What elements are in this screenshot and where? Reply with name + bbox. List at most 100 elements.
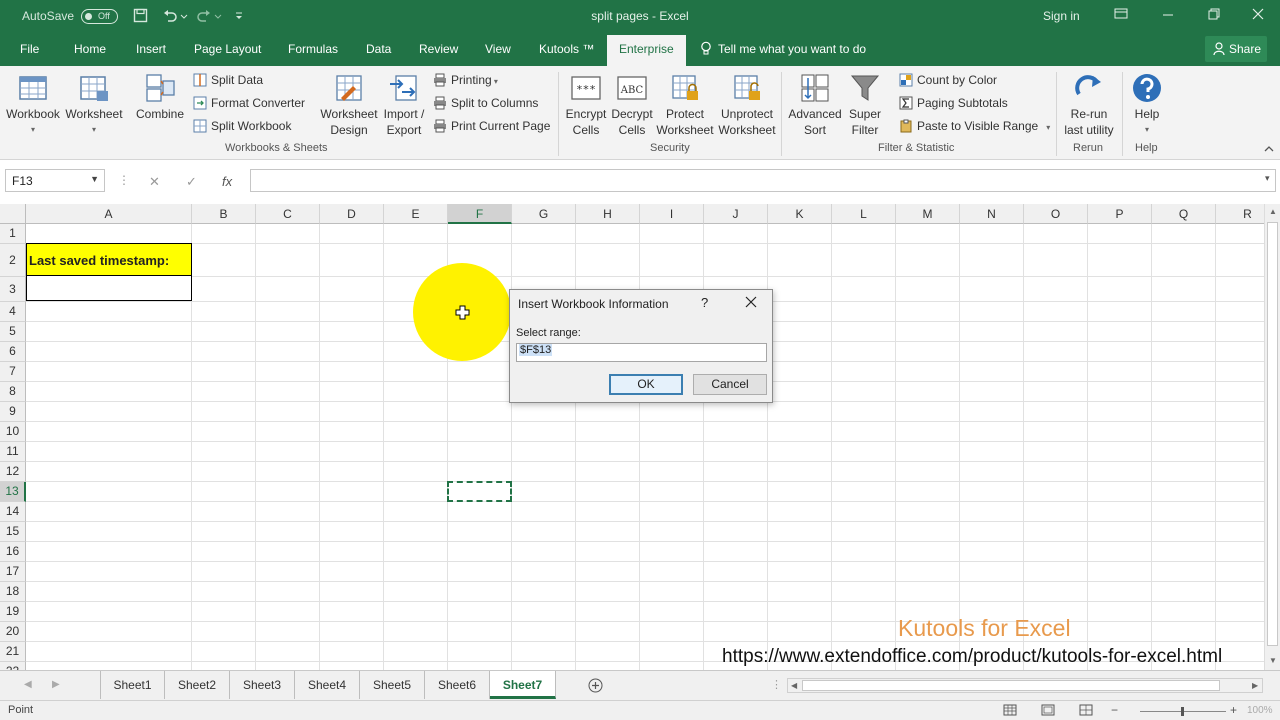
page-layout-view-icon[interactable] <box>1041 704 1055 716</box>
tab-home[interactable]: Home <box>74 42 106 56</box>
collapse-ribbon-icon[interactable] <box>1264 144 1274 154</box>
decrypt-cells-button[interactable]: ABC Decrypt Cells <box>610 72 654 138</box>
name-box[interactable]: F13 ▼ <box>5 169 105 192</box>
column-header-h[interactable]: H <box>576 204 640 224</box>
zoom-level[interactable]: 100% <box>1247 705 1273 716</box>
tab-splitter-icon[interactable]: ⋮ <box>771 678 782 691</box>
rerun-button[interactable]: Re-run last utility <box>1060 72 1118 138</box>
column-header-m[interactable]: M <box>896 204 960 224</box>
row-header-3[interactable]: 3 <box>0 277 26 302</box>
share-button[interactable]: Share <box>1205 36 1267 62</box>
row-header-16[interactable]: 16 <box>0 542 26 562</box>
prev-sheet-icon[interactable]: ◀ <box>24 679 32 690</box>
zoom-slider-thumb[interactable] <box>1181 707 1184 716</box>
scroll-up-icon[interactable]: ▲ <box>1269 207 1277 216</box>
sign-in-link[interactable]: Sign in <box>1043 9 1080 23</box>
zoom-out-icon[interactable]: − <box>1111 703 1118 717</box>
cell-a3[interactable] <box>26 276 192 301</box>
sheet-tab-sheet3[interactable]: Sheet3 <box>230 671 295 699</box>
split-to-columns-button[interactable]: Split to Columns <box>433 96 538 110</box>
tab-enterprise[interactable]: Enterprise <box>607 35 686 66</box>
vertical-scroll-thumb[interactable] <box>1267 222 1278 646</box>
count-by-color-button[interactable]: Count by Color <box>899 73 997 87</box>
column-header-p[interactable]: P <box>1088 204 1152 224</box>
column-header-d[interactable]: D <box>320 204 384 224</box>
split-data-button[interactable]: Split Data <box>193 73 263 87</box>
column-header-l[interactable]: L <box>832 204 896 224</box>
tab-data[interactable]: Data <box>366 42 391 56</box>
restore-icon[interactable] <box>1206 6 1222 22</box>
dialog-close-icon[interactable] <box>745 296 757 308</box>
zoom-in-icon[interactable]: + <box>1230 703 1237 717</box>
column-header-n[interactable]: N <box>960 204 1024 224</box>
sheet-tab-sheet4[interactable]: Sheet4 <box>295 671 360 699</box>
paste-to-visible-button[interactable]: Paste to Visible Range ▾ <box>899 119 1050 133</box>
row-header-8[interactable]: 8 <box>0 382 26 402</box>
row-header-17[interactable]: 17 <box>0 562 26 582</box>
tab-insert[interactable]: Insert <box>136 42 166 56</box>
dialog-help-button[interactable]: ? <box>701 295 708 310</box>
row-header-13[interactable]: 13 <box>0 482 26 502</box>
row-header-15[interactable]: 15 <box>0 522 26 542</box>
page-break-view-icon[interactable] <box>1079 704 1093 716</box>
split-workbook-button[interactable]: Split Workbook <box>193 119 291 133</box>
scroll-left-icon[interactable]: ◀ <box>791 681 797 690</box>
enter-entry-icon[interactable]: ✓ <box>186 174 197 190</box>
row-header-20[interactable]: 20 <box>0 622 26 642</box>
encrypt-cells-button[interactable]: *** Encrypt Cells <box>564 72 608 138</box>
minimize-icon[interactable] <box>1160 6 1176 22</box>
column-header-o[interactable]: O <box>1024 204 1088 224</box>
column-header-r[interactable]: R <box>1216 204 1264 224</box>
sheet-tab-sheet6[interactable]: Sheet6 <box>425 671 490 699</box>
select-all-corner[interactable] <box>0 204 26 224</box>
normal-view-icon[interactable] <box>1003 704 1017 716</box>
tab-view[interactable]: View <box>485 42 511 56</box>
column-header-q[interactable]: Q <box>1152 204 1216 224</box>
horizontal-scroll-thumb[interactable] <box>802 680 1220 691</box>
column-header-i[interactable]: I <box>640 204 704 224</box>
sheet-tab-sheet5[interactable]: Sheet5 <box>360 671 425 699</box>
unprotect-worksheet-button[interactable]: Unprotect Worksheet <box>716 72 778 138</box>
format-converter-button[interactable]: Format Converter <box>193 96 305 110</box>
column-header-e[interactable]: E <box>384 204 448 224</box>
column-header-f[interactable]: F <box>448 204 512 224</box>
row-header-10[interactable]: 10 <box>0 422 26 442</box>
formula-input[interactable] <box>250 169 1276 192</box>
tab-review[interactable]: Review <box>419 42 458 56</box>
column-header-j[interactable]: J <box>704 204 768 224</box>
advanced-sort-button[interactable]: Advanced Sort <box>786 72 844 138</box>
cancel-entry-icon[interactable]: ✕ <box>149 174 160 190</box>
select-range-input[interactable]: $F$13 <box>516 343 767 362</box>
ribbon-display-options-icon[interactable] <box>1113 6 1129 22</box>
row-header-5[interactable]: 5 <box>0 322 26 342</box>
selected-cell-f13[interactable] <box>447 481 512 502</box>
row-header-1[interactable]: 1 <box>0 224 26 244</box>
worksheet-design-button[interactable]: Worksheet Design <box>318 72 380 138</box>
column-header-c[interactable]: C <box>256 204 320 224</box>
protect-worksheet-button[interactable]: Protect Worksheet <box>655 72 715 138</box>
scroll-down-icon[interactable]: ▼ <box>1269 656 1277 665</box>
printing-button[interactable]: Printing ▾ <box>433 73 498 87</box>
tell-me-search[interactable]: Tell me what you want to do <box>718 42 866 56</box>
tab-formulas[interactable]: Formulas <box>288 42 338 56</box>
help-button[interactable]: Help ▾ <box>1126 72 1168 138</box>
super-filter-button[interactable]: Super Filter <box>846 72 884 138</box>
import-export-button[interactable]: Import / Export <box>380 72 428 138</box>
tab-file[interactable]: File <box>20 42 39 56</box>
sheet-tab-sheet7[interactable]: Sheet7 <box>490 671 556 699</box>
cell-a2[interactable]: Last saved timestamp: <box>26 243 192 276</box>
column-header-b[interactable]: B <box>192 204 256 224</box>
insert-function-icon[interactable]: fx <box>222 174 232 189</box>
vertical-scrollbar[interactable]: ▲ ▼ <box>1264 204 1280 670</box>
row-header-9[interactable]: 9 <box>0 402 26 422</box>
row-header-11[interactable]: 11 <box>0 442 26 462</box>
row-header-19[interactable]: 19 <box>0 602 26 622</box>
add-sheet-icon[interactable] <box>588 678 603 693</box>
row-header-18[interactable]: 18 <box>0 582 26 602</box>
sheet-tab-sheet2[interactable]: Sheet2 <box>165 671 230 699</box>
row-header-14[interactable]: 14 <box>0 502 26 522</box>
tab-kutools[interactable]: Kutools ™ <box>539 42 594 56</box>
name-box-dropdown-icon[interactable]: ▼ <box>90 174 99 184</box>
cancel-button[interactable]: Cancel <box>693 374 767 395</box>
column-header-g[interactable]: G <box>512 204 576 224</box>
